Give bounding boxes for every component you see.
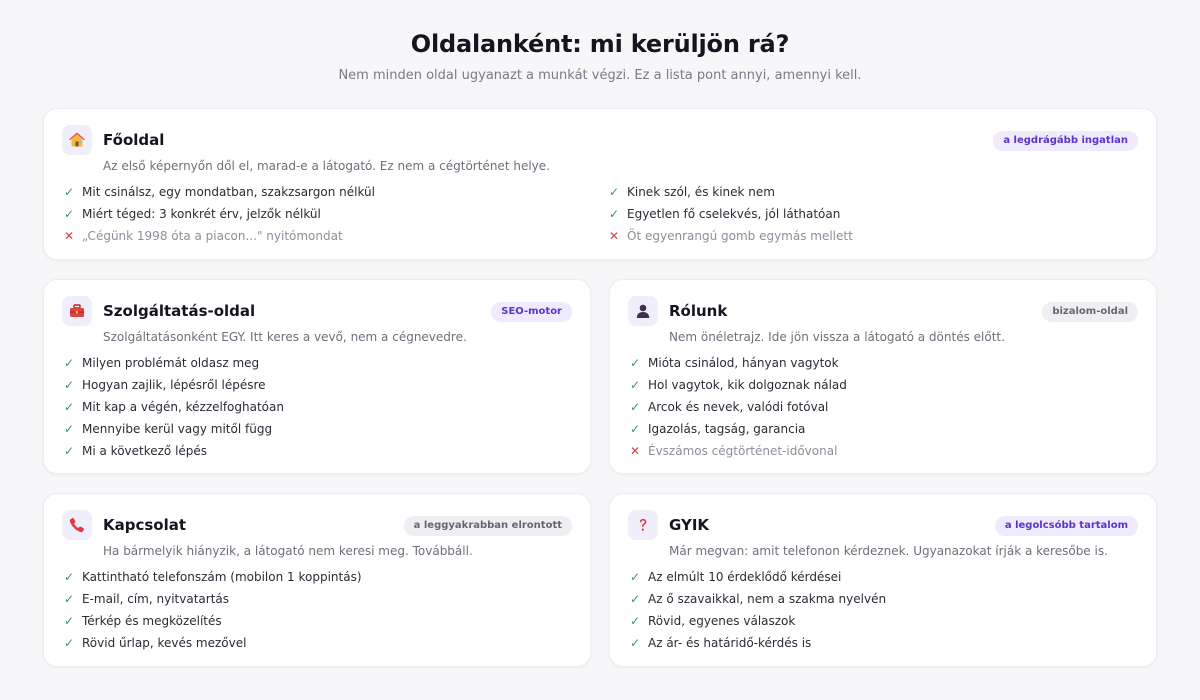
list-item: ✓ Mióta csinálod, hányan vagytok xyxy=(628,352,847,374)
list-item: ✓ Kattintható telefonszám (mobilon 1 kopp… xyxy=(62,566,362,588)
page-subtitle: Nem minden oldal ugyanazt a munkát végzi… xyxy=(338,68,862,83)
list-item: ✓ Mi a következő lépés xyxy=(62,440,284,462)
card-badge: a legdrágább ingatlan xyxy=(993,131,1138,151)
phone-icon xyxy=(62,510,92,540)
check-icon: ✓ xyxy=(608,185,620,199)
check-icon: ✓ xyxy=(629,570,641,584)
check-icon: ✓ xyxy=(629,614,641,628)
check-icon: ✓ xyxy=(629,636,641,650)
person-icon xyxy=(628,296,658,326)
cross-icon: ✕ xyxy=(629,444,641,458)
card-title: Főoldal xyxy=(103,131,165,149)
cross-icon: ✕ xyxy=(608,229,620,243)
card-about: Rólunk bizalom-oldal Nem önéletrajz. Ide… xyxy=(609,279,1157,474)
check-icon: ✓ xyxy=(63,356,75,370)
list-item: ✓ Kinek szól, és kinek nem xyxy=(607,181,853,203)
list-item: ✓ Rövid űrlap, kevés mezővel xyxy=(62,632,362,654)
checklist: ✓ Kattintható telefonszám (mobilon 1 kopp… xyxy=(62,566,362,654)
list-item: ✓ Rövid, egyenes válaszok xyxy=(628,610,886,632)
card-badge: SEO-motor xyxy=(491,302,572,322)
card-badge: bizalom-oldal xyxy=(1042,302,1138,322)
list-item: ✓ Miért téged: 3 konkrét érv, jelzők nélk… xyxy=(62,203,375,225)
card-contact: Kapcsolat a leggyakrabban elrontott Ha b… xyxy=(43,493,591,667)
card-title: Rólunk xyxy=(669,302,728,320)
list-item: ✓ Az elmúlt 10 érdeklődő kérdései xyxy=(628,566,886,588)
card-description: Szolgáltatásonként EGY. Itt keres a vevő… xyxy=(103,330,467,344)
card-header: Rólunk bizalom-oldal xyxy=(628,296,1138,328)
list-item: ✕ „Cégünk 1998 óta a piacon..." nyitómond… xyxy=(62,225,375,247)
check-icon: ✓ xyxy=(608,207,620,221)
check-icon: ✓ xyxy=(63,422,75,436)
check-icon: ✓ xyxy=(63,614,75,628)
card-description: Már megvan: amit telefonon kérdeznek. Ug… xyxy=(669,544,1108,558)
card-home: Főoldal a legdrágább ingatlan Az első ké… xyxy=(43,108,1157,260)
card-description: Ha bármelyik hiányzik, a látogató nem ke… xyxy=(103,544,473,558)
card-header: Főoldal a legdrágább ingatlan xyxy=(62,125,1138,157)
check-icon: ✓ xyxy=(63,444,75,458)
list-item: ✓ Mit kap a végén, kézzelfoghatóan xyxy=(62,396,284,418)
list-item: ✓ Mit csinálsz, egy mondatban, szakzsargo… xyxy=(62,181,375,203)
list-item: ✓ Hogyan zajlik, lépésről lépésre xyxy=(62,374,284,396)
card-description: Az első képernyőn dől el, marad-e a láto… xyxy=(103,159,550,173)
checklist: ✓ Milyen problémát oldasz meg ✓ Hogyan zaj… xyxy=(62,352,284,462)
list-item: ✓ Igazolás, tagság, garancia xyxy=(628,418,847,440)
list-item: ✓ Térkép és megközelítés xyxy=(62,610,362,632)
card-title: Kapcsolat xyxy=(103,516,187,534)
checklist: ✓ Mióta csinálod, hányan vagytok ✓ Hol vag… xyxy=(628,352,847,462)
card-description: Nem önéletrajz. Ide jön vissza a látogat… xyxy=(669,330,1005,344)
check-icon: ✓ xyxy=(63,636,75,650)
check-icon: ✓ xyxy=(629,422,641,436)
list-item: ✓ Mennyibe kerül vagy mitől függ xyxy=(62,418,284,440)
check-icon: ✓ xyxy=(629,356,641,370)
check-icon: ✓ xyxy=(63,378,75,392)
card-service: Szolgáltatás-oldal SEO-motor Szolgáltatá… xyxy=(43,279,591,474)
check-icon: ✓ xyxy=(63,400,75,414)
check-icon: ✓ xyxy=(629,592,641,606)
toolbox-icon xyxy=(62,296,92,326)
cross-icon: ✕ xyxy=(63,229,75,243)
card-header: Kapcsolat a leggyakrabban elrontott xyxy=(62,510,572,542)
list-item: ✕ Öt egyenrangú gomb egymás mellett xyxy=(607,225,853,247)
question-mark-icon xyxy=(628,510,658,540)
list-item: ✓ Az ár- és határidő-kérdés is xyxy=(628,632,886,654)
checklist: ✓ Az elmúlt 10 érdeklődő kérdései ✓ Az ő s… xyxy=(628,566,886,654)
house-icon xyxy=(62,125,92,155)
check-icon: ✓ xyxy=(63,570,75,584)
check-icon: ✓ xyxy=(63,592,75,606)
card-title: GYIK xyxy=(669,516,710,534)
list-item: ✓ Egyetlen fő cselekvés, jól láthatóan xyxy=(607,203,853,225)
list-item: ✓ Az ő szavaikkal, nem a szakma nyelvén xyxy=(628,588,886,610)
card-badge: a legolcsóbb tartalom xyxy=(994,516,1138,536)
check-icon: ✓ xyxy=(629,400,641,414)
check-icon: ✓ xyxy=(63,207,75,221)
check-icon: ✓ xyxy=(63,185,75,199)
list-item: ✕ Évszámos cégtörténet-idővonal xyxy=(628,440,847,462)
checklist-right: ✓ Kinek szól, és kinek nem ✓ Egyetlen fő c… xyxy=(607,181,853,247)
list-item: ✓ E-mail, cím, nyitvatartás xyxy=(62,588,362,610)
checklist-left: ✓ Mit csinálsz, egy mondatban, szakzsargo… xyxy=(62,181,375,247)
card-badge: a leggyakrabban elrontott xyxy=(403,516,572,536)
check-icon: ✓ xyxy=(629,378,641,392)
card-header: GYIK a legolcsóbb tartalom xyxy=(628,510,1138,542)
page-title: Oldalanként: mi kerüljön rá? xyxy=(410,30,790,58)
list-item: ✓ Hol vagytok, kik dolgoznak nálad xyxy=(628,374,847,396)
card-faq: GYIK a legolcsóbb tartalom Már megvan: a… xyxy=(609,493,1157,667)
list-item: ✓ Milyen problémát oldasz meg xyxy=(62,352,284,374)
card-header: Szolgáltatás-oldal SEO-motor xyxy=(62,296,572,328)
list-item: ✓ Arcok és nevek, valódi fotóval xyxy=(628,396,847,418)
card-title: Szolgáltatás-oldal xyxy=(103,302,256,320)
